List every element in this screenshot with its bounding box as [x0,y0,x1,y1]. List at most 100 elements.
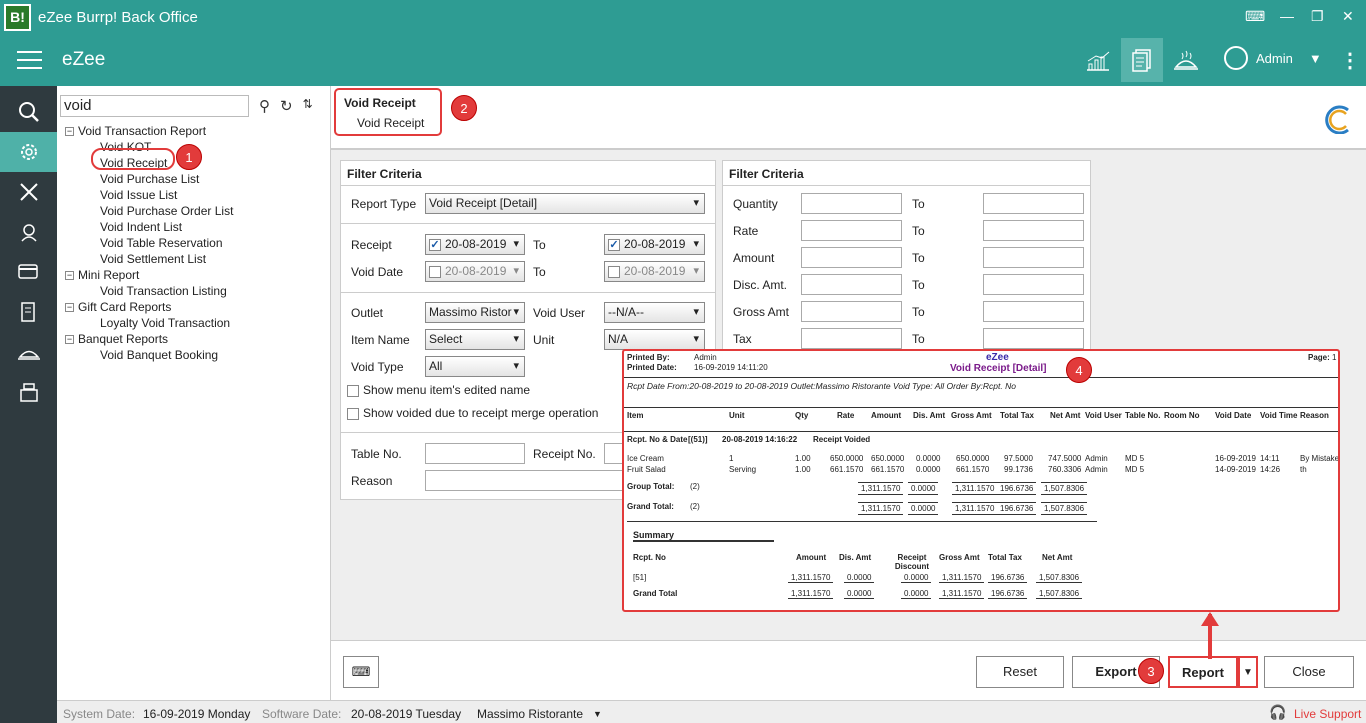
report-type-select[interactable]: Void Receipt [Detail] [425,193,705,214]
page-number: 1 [1332,353,1337,362]
tree-item[interactable]: Void Purchase List [100,171,199,187]
range-to-input[interactable] [983,328,1084,349]
payment-card-icon[interactable] [0,252,57,292]
tree-label: Void Purchase Order List [100,204,234,218]
range-to-input[interactable] [983,247,1084,268]
chef-icon[interactable] [0,212,57,252]
more-options-icon[interactable]: ⋮ [1340,48,1360,73]
report-button[interactable]: Report [1168,656,1238,688]
tree-group[interactable]: − Gift Card Reports [65,299,171,315]
restore-icon[interactable]: ❐ [1311,8,1324,25]
collapse-toggle-icon[interactable]: − [65,303,74,313]
report-column-header: Unit [729,411,745,420]
range-from-input[interactable] [801,328,902,349]
language-keyboard-icon[interactable]: ⌨ [343,656,379,688]
tree-item[interactable]: Void Table Reservation [100,235,223,251]
search-input[interactable]: void [60,95,249,117]
range-from-input[interactable] [801,193,902,214]
range-from-input[interactable] [801,247,902,268]
table-no-input[interactable] [425,443,525,464]
void-from-date[interactable]: 20-08-2019 [425,261,525,282]
report-dropdown-icon[interactable]: ▼ [1238,656,1258,688]
language-icon[interactable]: ⌨ [1245,8,1265,25]
show-merged-checkbox[interactable] [347,407,359,420]
tree-item[interactable]: Void Banquet Booking [100,347,218,363]
system-date-label: System Date: [63,707,136,721]
ezee-logo-icon [1325,105,1349,134]
hamburger-menu-icon[interactable] [17,51,42,69]
collapse-toggle-icon[interactable]: − [65,335,74,345]
tree-label: Banquet Reports [78,332,169,346]
kitchen-dish-icon[interactable] [1165,42,1207,80]
user-menu[interactable]: Admin ▼ [1224,46,1322,70]
total-value: 196.6736 [997,502,1037,515]
receipt-from-date[interactable]: ✓ 20-08-2019 [425,234,525,255]
total-value: 1,311.1570 [858,502,904,515]
to-label: To [912,278,925,292]
receipt-label: Receipt [351,238,392,252]
search-icon[interactable] [0,92,57,132]
to-label: To [912,197,925,211]
show-edited-option[interactable]: Show menu item's edited name [347,383,530,397]
total-label: Grand Total: [627,502,674,511]
analytics-chart-icon[interactable] [1077,42,1119,80]
to-label: To [912,332,925,346]
close-button[interactable]: Close [1264,656,1354,688]
tree-item[interactable]: Void Transaction Listing [100,283,227,299]
report-criteria: Rcpt Date From:20-08-2019 to 20-08-2019 … [627,381,1016,391]
void-to-checkbox[interactable] [608,265,620,278]
bill-dollar-icon[interactable] [0,292,57,332]
cash-register-icon[interactable] [0,372,57,412]
live-support-link[interactable]: Live Support [1294,707,1361,721]
report-cell: 0.0000 [916,454,941,463]
tree-item[interactable]: Void Indent List [100,219,182,235]
cloche-dish-icon[interactable] [0,332,57,372]
minimize-icon[interactable]: — [1280,8,1294,24]
range-to-input[interactable] [983,193,1084,214]
receipt-to-checkbox[interactable]: ✓ [608,238,620,251]
settings-gear-icon[interactable] [0,132,57,172]
unit-select[interactable]: N/A [604,329,705,350]
tree-item[interactable]: Void Issue List [100,187,177,203]
range-to-input[interactable] [983,274,1084,295]
item-name-select[interactable]: Select [425,329,525,350]
receipt-to-date[interactable]: ✓ 20-08-2019 [604,234,705,255]
tree-item[interactable]: Void Settlement List [100,251,206,267]
show-merged-option[interactable]: Show voided due to receipt merge operati… [347,406,598,420]
show-edited-checkbox[interactable] [347,384,359,397]
outlet-select[interactable]: Massimo Ristor [425,302,525,323]
sort-icon[interactable]: ⇅ [303,97,313,115]
tree-item[interactable]: Loyalty Void Transaction [100,315,230,331]
report-cell: Serving [729,465,757,474]
range-from-input[interactable] [801,301,902,322]
tree-group[interactable]: − Mini Report [65,267,139,283]
collapse-toggle-icon[interactable]: − [65,127,74,137]
summary-cell: 1,507.8306 [1036,573,1083,583]
range-from-input[interactable] [801,274,902,295]
void-user-select[interactable]: --N/A-- [604,302,705,323]
refresh-icon[interactable]: ↻ [280,97,293,115]
void-from-checkbox[interactable] [429,265,441,278]
chevron-down-icon[interactable]: ▼ [593,709,602,719]
collapse-toggle-icon[interactable]: − [65,271,74,281]
search-icon[interactable]: ⚲ [259,97,270,115]
tree-group[interactable]: − Void Transaction Report [65,123,206,139]
report-type-label: Report Type [351,197,417,211]
reset-button[interactable]: Reset [976,656,1064,688]
close-window-icon[interactable]: ✕ [1342,8,1354,25]
reports-document-icon[interactable] [1121,38,1163,82]
range-to-input[interactable] [983,220,1084,241]
tools-icon[interactable] [0,172,57,212]
outlet-selector[interactable]: Massimo Ristorante [477,707,583,721]
report-cell: th [1300,465,1307,474]
void-type-select[interactable]: All [425,356,525,377]
receipt-from-checkbox[interactable]: ✓ [429,238,441,251]
range-to-input[interactable] [983,301,1084,322]
tree-item[interactable]: Void Purchase Order List [100,203,233,219]
void-to-date[interactable]: 20-08-2019 [604,261,705,282]
printed-by-label: Printed By: [627,353,670,362]
total-value: 1,507.8306 [1041,482,1088,495]
range-from-input[interactable] [801,220,902,241]
tree-group[interactable]: − Banquet Reports [65,331,168,347]
total-value: 0.0000 [908,502,939,515]
